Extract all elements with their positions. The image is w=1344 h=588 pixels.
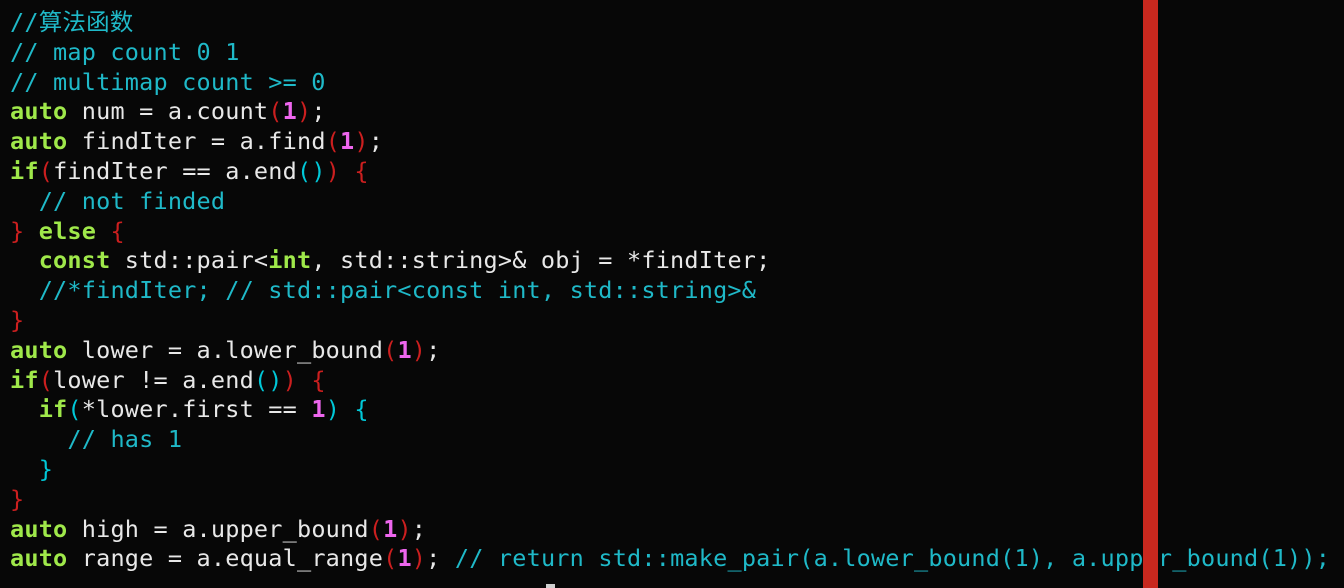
keyword-token: else xyxy=(38,216,97,245)
bracket-token: ) xyxy=(325,395,341,424)
bracket-token: ( xyxy=(268,97,283,126)
bracket-token: ) xyxy=(397,514,412,543)
bracket-token: ( xyxy=(383,335,398,364)
comment-token: // multimap count >= 0 xyxy=(10,67,326,96)
keyword-token: auto xyxy=(10,97,68,126)
code-line[interactable]: // map count 0 1 xyxy=(10,38,1330,68)
bracket-token: } xyxy=(10,216,25,245)
code-line[interactable]: //*findIter; // std::pair<const int, std… xyxy=(10,276,1330,306)
bracket-token: ( xyxy=(383,544,398,573)
bracket-token: { xyxy=(311,365,326,394)
code-line[interactable]: // multimap count >= 0 xyxy=(10,68,1330,98)
keyword-token: auto xyxy=(10,544,68,573)
code-text-token: ; xyxy=(368,127,384,156)
code-text-token: lower = a.lower_bound xyxy=(67,335,384,364)
code-text-token: ; xyxy=(311,97,326,126)
bracket-token: { xyxy=(354,395,369,424)
code-text-token: ; xyxy=(426,335,441,364)
keyword-token: auto xyxy=(10,335,68,364)
code-line[interactable]: // not finded xyxy=(10,187,1330,217)
comment-token: //算法函数 xyxy=(10,8,134,36)
bracket-token: () xyxy=(253,365,283,394)
code-text-token: std::pair< xyxy=(110,246,269,275)
code-line[interactable]: const std::pair<int, std::string>& obj =… xyxy=(10,246,1330,276)
text-cursor xyxy=(546,584,555,588)
bracket-token: ( xyxy=(368,514,384,543)
bracket-token: ( xyxy=(38,365,54,394)
code-text-token: *lower.first == xyxy=(81,395,312,424)
code-line[interactable]: //算法函数 xyxy=(10,8,1330,38)
number-literal-token: 1 xyxy=(397,335,412,364)
number-literal-token: 1 xyxy=(397,544,412,573)
bracket-token: ( xyxy=(67,395,82,424)
code-line[interactable]: } xyxy=(10,455,1330,485)
bracket-token: } xyxy=(10,484,25,513)
code-text-token: lower != a.end xyxy=(53,365,254,394)
code-text-token: , std::string>& obj = *findIter; xyxy=(311,246,771,275)
bracket-token: ) xyxy=(354,127,369,156)
number-literal-token: 1 xyxy=(383,514,398,543)
keyword-token: if xyxy=(10,365,39,394)
comment-token: // map count 0 1 xyxy=(10,37,240,66)
comment-token: // has 1 xyxy=(67,425,183,454)
number-literal-token: 1 xyxy=(282,97,297,126)
comment-token: //*findIter; // std::pair<const int, std… xyxy=(38,276,757,305)
keyword-token: const xyxy=(38,246,111,275)
code-line[interactable]: } xyxy=(10,485,1330,515)
color-column-marker xyxy=(1143,0,1158,588)
bracket-token: ) xyxy=(411,335,427,364)
bracket-token: } xyxy=(38,454,54,483)
bracket-token: () xyxy=(296,156,326,185)
code-line[interactable]: auto findIter = a.find(1); xyxy=(10,127,1330,157)
code-editor[interactable]: //算法函数// map count 0 1// multimap count … xyxy=(0,0,1344,588)
number-literal-token: 1 xyxy=(311,395,326,424)
code-text-token: range = a.equal_range xyxy=(67,544,384,573)
bracket-token: ) xyxy=(325,156,341,185)
code-text-token: ; xyxy=(426,544,455,573)
keyword-token: if xyxy=(38,395,68,424)
code-line[interactable]: auto high = a.upper_bound(1); xyxy=(10,515,1330,545)
code-line[interactable]: auto range = a.equal_range(1); // return… xyxy=(10,544,1330,574)
code-line[interactable]: auto num = a.count(1); xyxy=(10,97,1330,127)
bracket-token: ) xyxy=(297,97,312,126)
code-area[interactable]: //算法函数// map count 0 1// multimap count … xyxy=(10,8,1330,574)
code-text-token: findIter = a.find xyxy=(67,127,326,156)
keyword-token: if xyxy=(10,156,39,185)
code-line[interactable]: if(findIter == a.end()) { xyxy=(10,157,1330,187)
keyword-token: auto xyxy=(10,127,68,156)
code-text-token: high = a.upper_bound xyxy=(67,514,369,543)
code-line[interactable]: if(*lower.first == 1) { xyxy=(10,395,1330,425)
bracket-token: ( xyxy=(325,127,341,156)
bracket-token: ( xyxy=(38,156,54,185)
code-line[interactable]: if(lower != a.end()) { xyxy=(10,366,1330,396)
code-text-token: ; xyxy=(411,514,427,543)
code-line[interactable]: // has 1 xyxy=(10,425,1330,455)
bracket-token: { xyxy=(354,156,369,185)
comment-token: // return std::make_pair(a.lower_bound(1… xyxy=(454,544,1331,573)
number-literal-token: 1 xyxy=(340,127,355,156)
code-line[interactable]: } else { xyxy=(10,217,1330,247)
code-line[interactable]: auto lower = a.lower_bound(1); xyxy=(10,336,1330,366)
code-text-token: num = a.count xyxy=(67,97,269,126)
code-text-token: findIter == a.end xyxy=(53,156,297,185)
bracket-token: } xyxy=(10,305,25,334)
bracket-token: ) xyxy=(411,544,427,573)
comment-token: // not finded xyxy=(38,186,226,215)
keyword-token: int xyxy=(268,246,312,275)
keyword-token: auto xyxy=(10,514,68,543)
code-line[interactable]: } xyxy=(10,306,1330,336)
bracket-token: ) xyxy=(282,365,297,394)
bracket-token: { xyxy=(110,216,125,245)
